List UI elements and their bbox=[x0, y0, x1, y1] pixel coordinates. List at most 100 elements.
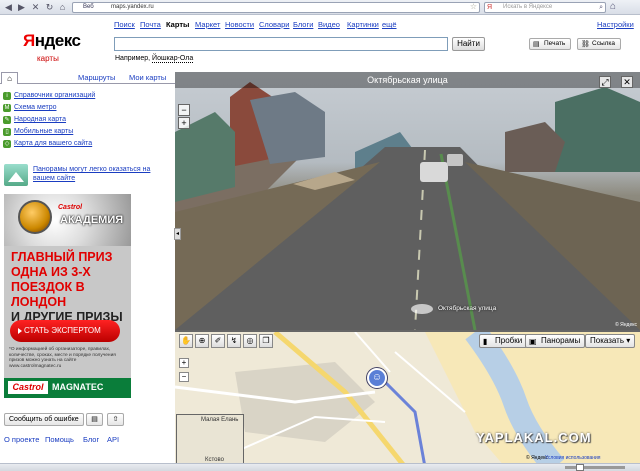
service-link-dictionaries[interactable]: Словари bbox=[259, 20, 289, 29]
footer-blog[interactable]: Блог bbox=[83, 435, 99, 444]
search-placeholder: Искать в Яндексе bbox=[503, 4, 553, 10]
panorama-promo[interactable]: Панорамы могут легко оказаться на вашем … bbox=[4, 164, 174, 188]
traffic-button[interactable]: ▮ Пробки bbox=[479, 334, 528, 348]
home-page-icon[interactable]: ⌂ bbox=[57, 2, 68, 13]
terms-link[interactable]: Условия использования bbox=[545, 455, 601, 461]
traffic-light-icon: ▮ bbox=[483, 337, 488, 346]
service-link-mail[interactable]: Почта bbox=[140, 20, 161, 29]
hand-tool-icon[interactable]: ✋ bbox=[179, 334, 193, 348]
map-search-input[interactable] bbox=[114, 37, 448, 51]
link-people-map[interactable]: ✎ Народная карта bbox=[0, 114, 175, 126]
layers-icon[interactable]: ❐ bbox=[259, 334, 273, 348]
tab-my-maps[interactable]: Мои карты bbox=[129, 73, 166, 82]
panorama-position-marker[interactable]: ☺ bbox=[367, 368, 387, 388]
service-link-images[interactable]: Картинки bbox=[347, 20, 379, 29]
street-scene bbox=[175, 82, 640, 330]
globe-icon bbox=[18, 200, 52, 234]
link-mobile-maps[interactable]: ▯ Мобильные карты bbox=[0, 126, 175, 138]
panorama-icon bbox=[4, 164, 28, 186]
panorama-promo-text: Панорамы могут легко оказаться на вашем … bbox=[33, 166, 151, 182]
report-error-button[interactable]: Сообщить об ошибке bbox=[4, 413, 84, 426]
share-small-button[interactable]: ⇧ bbox=[107, 413, 124, 426]
people-map-icon: ✎ bbox=[3, 116, 11, 124]
footer-api[interactable]: API bbox=[107, 435, 119, 444]
bookmark-star-icon[interactable]: ☆ bbox=[470, 2, 477, 11]
ad-brand: Castrol bbox=[58, 204, 83, 211]
back-icon[interactable]: ◀ bbox=[3, 2, 14, 13]
service-link-market[interactable]: Маркет bbox=[195, 20, 220, 29]
find-button[interactable]: Найти bbox=[452, 37, 485, 51]
settings-link[interactable]: Настройки bbox=[597, 20, 634, 29]
reload-icon[interactable]: ✕ bbox=[30, 2, 41, 13]
sidebar-links: i Справочник организаций M Схема метро ✎ На… bbox=[0, 90, 175, 150]
ad-brand-sub: АКАДЕМИЯ bbox=[60, 214, 124, 226]
browser-home-icon[interactable]: ⌂ bbox=[610, 1, 624, 13]
tab-home[interactable]: ⌂ bbox=[1, 72, 18, 84]
service-link-video[interactable]: Видео bbox=[318, 20, 340, 29]
footer-about[interactable]: О проекте bbox=[4, 435, 39, 444]
camera-icon[interactable]: ◎ bbox=[243, 334, 257, 348]
map-canvas bbox=[175, 332, 640, 467]
printer-icon: ▤ bbox=[91, 416, 98, 423]
ad-cta-button[interactable]: СТАТЬ ЭКСПЕРТОМ bbox=[10, 320, 120, 342]
share-icon: ⇧ bbox=[112, 416, 119, 423]
overview-minimap[interactable]: Малая Елань Кстово bbox=[176, 414, 244, 466]
ad-headline: ГЛАВНЫЙ ПРИЗ ОДНА ИЗ 3-Х ПОЕЗДОК В ЛОНДО… bbox=[11, 250, 123, 324]
ruler-icon[interactable]: ✐ bbox=[211, 334, 225, 348]
yandex-logo[interactable]: Яндекс bbox=[23, 31, 81, 51]
zoom-box-icon[interactable]: ⊕ bbox=[195, 334, 209, 348]
panorama-zoom-in[interactable]: + bbox=[178, 117, 190, 129]
search-engine-icon: Я bbox=[487, 4, 493, 11]
close-panorama-icon[interactable]: ✕ bbox=[621, 76, 633, 88]
address-bar[interactable]: Веб maps.yandex.ru ☆ bbox=[72, 2, 480, 13]
url-tag: Веб bbox=[83, 4, 94, 10]
link-metro[interactable]: M Схема метро bbox=[0, 102, 175, 114]
route-tool-icon[interactable]: ↯ bbox=[227, 334, 241, 348]
link-organizations[interactable]: i Справочник организаций bbox=[0, 90, 175, 102]
tab-routes[interactable]: Маршруты bbox=[78, 73, 115, 82]
zoom-slider[interactable] bbox=[565, 466, 625, 469]
zoom-slider-knob[interactable] bbox=[576, 464, 584, 471]
logo-subtitle: карты bbox=[37, 54, 59, 63]
panoramas-button[interactable]: ▣ Панорамы bbox=[525, 334, 586, 348]
panorama-zoom-out[interactable]: − bbox=[178, 104, 190, 116]
ad-fine-print: *О информацией об организаторе, правилах… bbox=[9, 347, 116, 369]
map-zoom-in[interactable]: + bbox=[179, 358, 189, 368]
search-icon[interactable]: ⌕ bbox=[599, 3, 603, 12]
fullscreen-icon[interactable]: ⤢ bbox=[599, 76, 611, 88]
map-view[interactable]: ✋ ⊕ ✐ ↯ ◎ ❐ ▮ Пробки ▣ Панорамы Показать ▾… bbox=[175, 332, 640, 467]
search-example: Например, Йошкар-Ола bbox=[115, 55, 194, 63]
search-example-link[interactable]: Йошкар-Ола bbox=[152, 55, 194, 63]
link-button[interactable]: ⛓ Ссылка bbox=[577, 38, 622, 50]
sidebar-tabs: ⌂ Маршруты Мои карты bbox=[0, 72, 175, 84]
stop-icon[interactable]: ↻ bbox=[44, 2, 55, 13]
service-link-news[interactable]: Новости bbox=[225, 20, 254, 29]
url-text: maps.yandex.ru bbox=[111, 4, 154, 10]
service-link-more[interactable]: ещё bbox=[382, 20, 397, 29]
house-icon: ⌂ bbox=[7, 74, 12, 83]
browser-window: ◀ ▶ ✕ ↻ ⌂ Веб maps.yandex.ru ☆ Я Искать … bbox=[0, 0, 640, 471]
footer-help[interactable]: Помощь bbox=[45, 435, 74, 444]
site-map-icon: ◇ bbox=[3, 140, 11, 148]
street-label: Октябрьская улица bbox=[438, 305, 497, 312]
service-link-search[interactable]: Поиск bbox=[114, 20, 135, 29]
man-icon: ☺ bbox=[371, 372, 383, 383]
panorama-toggle-icon: ▣ bbox=[529, 337, 537, 346]
panorama-viewer[interactable]: Октябрьская улица − + ⤢ ✕ Октябрьская ул… bbox=[175, 72, 640, 330]
forward-icon[interactable]: ▶ bbox=[16, 2, 27, 13]
browser-search-box[interactable]: Я Искать в Яндексе ⌕ bbox=[484, 2, 606, 13]
print-small-button[interactable]: ▤ bbox=[86, 413, 103, 426]
collapse-sidebar-icon[interactable]: ◂ bbox=[174, 228, 181, 240]
panorama-title: Октябрьская улица bbox=[175, 72, 640, 88]
map-zoom-out[interactable]: − bbox=[179, 372, 189, 382]
navigation-arrow-icon[interactable] bbox=[411, 304, 433, 314]
ad-footer-logo: Castrol MAGNATEC bbox=[4, 378, 131, 398]
link-site-map[interactable]: ◇ Карта для вашего сайта bbox=[0, 138, 175, 150]
show-layers-dropdown[interactable]: Показать ▾ bbox=[585, 334, 636, 348]
link-icon: ⛓ bbox=[581, 41, 590, 48]
directory-icon: i bbox=[3, 92, 11, 100]
service-link-blogs[interactable]: Блоги bbox=[293, 20, 313, 29]
metro-icon: M bbox=[3, 104, 11, 112]
print-button[interactable]: ▤ Печать bbox=[529, 38, 572, 50]
ad-banner[interactable]: Castrol АКАДЕМИЯ ГЛАВНЫЙ ПРИЗ ОДНА ИЗ 3-… bbox=[4, 194, 131, 398]
